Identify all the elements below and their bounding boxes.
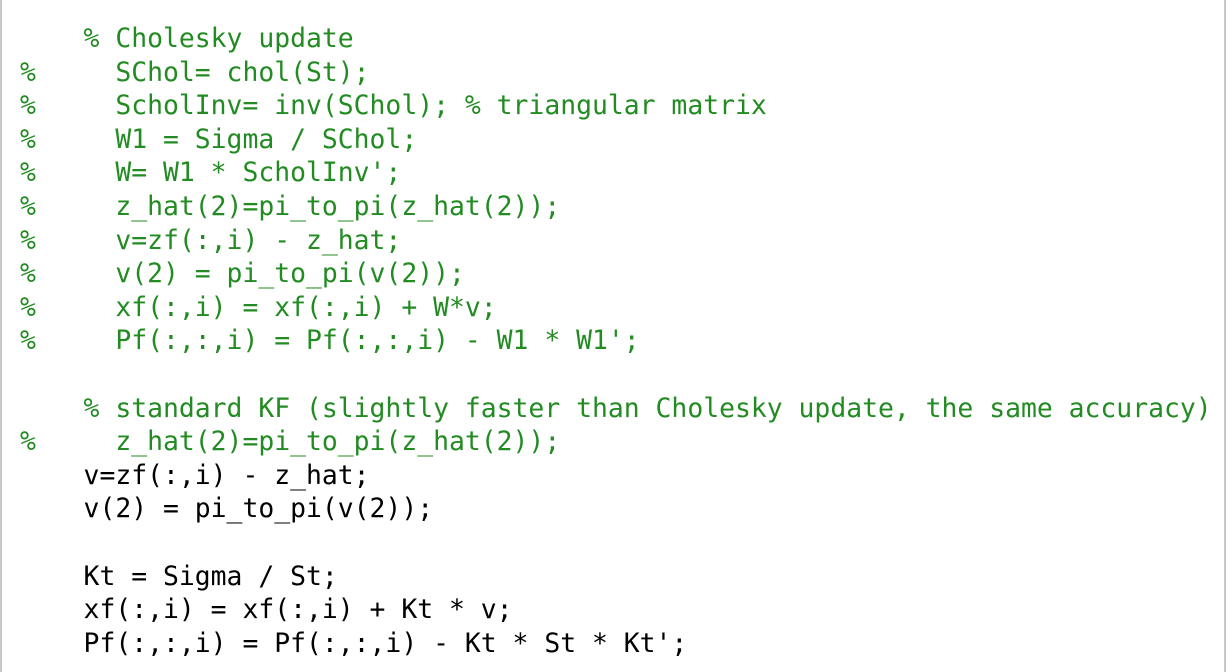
code-line[interactable]: % v(2) = pi_to_pi(v(2)); <box>20 257 1220 291</box>
code-line[interactable]: % SChol= chol(St); <box>20 56 1220 90</box>
code-line[interactable]: % v=zf(:,i) - z_hat; <box>20 224 1220 258</box>
code-line[interactable]: % z_hat(2)=pi_to_pi(z_hat(2)); <box>20 190 1220 224</box>
code-line[interactable]: % xf(:,i) = xf(:,i) + W*v; <box>20 291 1220 325</box>
code-line[interactable] <box>20 358 1220 392</box>
code-line[interactable]: % Pf(:,:,i) = Pf(:,:,i) - W1 * W1'; <box>20 324 1220 358</box>
code-line[interactable]: % W= W1 * ScholInv'; <box>20 156 1220 190</box>
code-line[interactable]: % W1 = Sigma / SChol; <box>20 123 1220 157</box>
code-area[interactable]: % Cholesky update % SChol= chol(St); % S… <box>20 22 1220 660</box>
code-line[interactable]: v(2) = pi_to_pi(v(2)); <box>20 492 1220 526</box>
code-line[interactable] <box>20 526 1220 560</box>
code-line[interactable]: Kt = Sigma / St; <box>20 560 1220 594</box>
code-line[interactable]: % Cholesky update <box>20 22 1220 56</box>
code-line[interactable]: % z_hat(2)=pi_to_pi(z_hat(2)); <box>20 425 1220 459</box>
code-line[interactable]: % ScholInv= inv(SChol); % triangular mat… <box>20 89 1220 123</box>
code-line[interactable]: % standard KF (slightly faster than Chol… <box>20 392 1220 426</box>
code-editor[interactable]: % Cholesky update % SChol= chol(St); % S… <box>0 0 1226 672</box>
code-line[interactable]: v=zf(:,i) - z_hat; <box>20 459 1220 493</box>
code-line[interactable]: Pf(:,:,i) = Pf(:,:,i) - Kt * St * Kt'; <box>20 627 1220 661</box>
code-line[interactable]: xf(:,i) = xf(:,i) + Kt * v; <box>20 593 1220 627</box>
